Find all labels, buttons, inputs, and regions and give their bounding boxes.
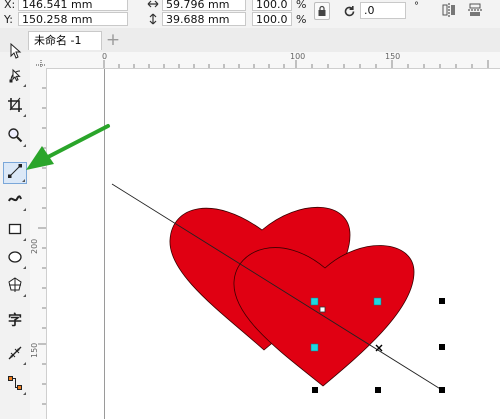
node-handle[interactable]	[319, 306, 326, 313]
selection-handle[interactable]	[312, 387, 318, 393]
node-handle[interactable]	[310, 343, 319, 352]
node-handle[interactable]	[373, 297, 382, 306]
node-handle[interactable]	[310, 297, 319, 306]
selection-handle[interactable]	[439, 298, 445, 304]
drawing-layer	[26, 124, 445, 393]
selection-handle[interactable]	[439, 387, 445, 393]
selection-handle[interactable]	[439, 344, 445, 350]
center-mark-icon	[375, 344, 383, 352]
green-arrow-icon	[26, 124, 110, 170]
selection-handle[interactable]	[375, 387, 381, 393]
